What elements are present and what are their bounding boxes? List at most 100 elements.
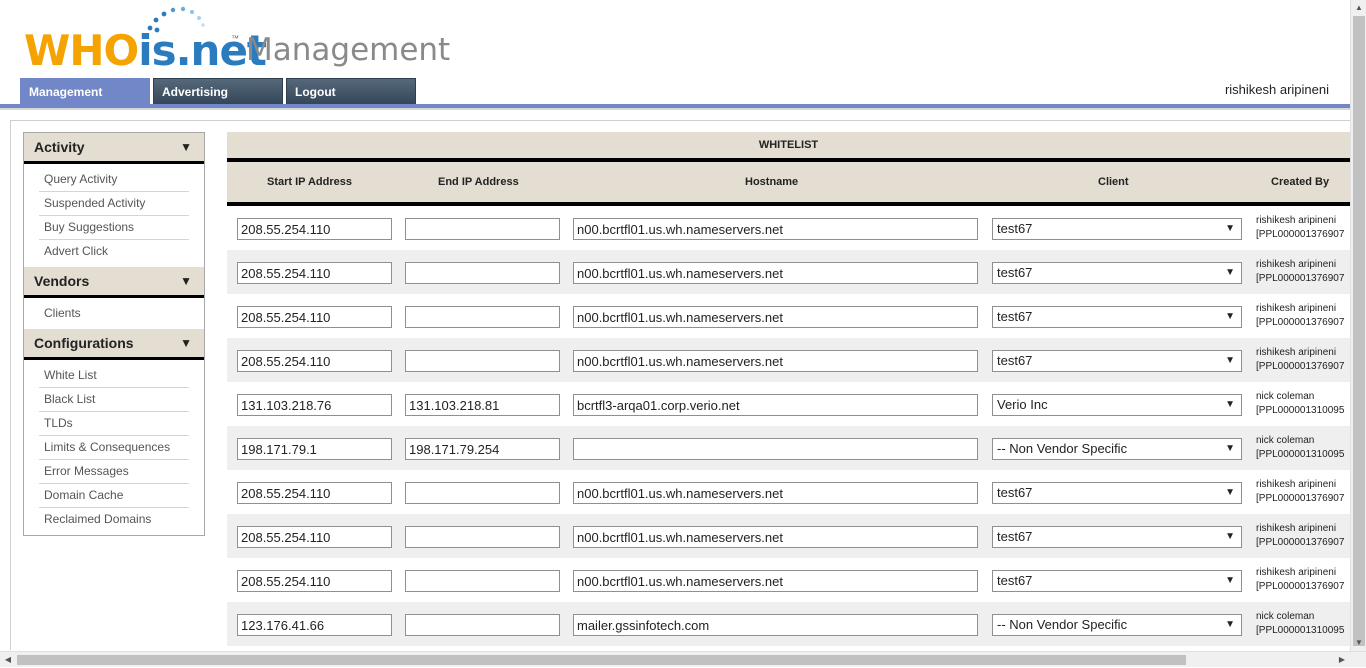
client-select-value: test67 — [997, 221, 1033, 236]
created-by-name: rishikesh aripineni — [1256, 479, 1337, 490]
end-ip-input[interactable] — [405, 438, 560, 460]
scroll-down-icon[interactable]: ▼ — [1351, 635, 1366, 651]
end-ip-input[interactable] — [405, 218, 560, 240]
whitelist-table: WHITELIST Start IP Address End IP Addres… — [227, 132, 1350, 646]
tab-management[interactable]: Management — [20, 78, 150, 104]
sidebar-item-black-list[interactable]: Black List — [39, 388, 189, 412]
sidebar-item-error-messages[interactable]: Error Messages — [39, 460, 189, 484]
sidebar-section-title: Vendors — [34, 273, 90, 289]
hostname-input[interactable] — [573, 570, 978, 592]
dropdown-arrow-icon: ▼ — [1225, 223, 1235, 234]
hostname-input[interactable] — [573, 526, 978, 548]
scroll-up-icon[interactable]: ▲ — [1351, 0, 1366, 16]
client-select[interactable]: -- Non Vendor Specific ▼ — [992, 614, 1242, 636]
client-select[interactable]: test67 ▼ — [992, 526, 1242, 548]
client-select[interactable]: test67 ▼ — [992, 482, 1242, 504]
sidebar-item-white-list[interactable]: White List — [39, 364, 189, 388]
client-select-value: -- Non Vendor Specific — [997, 617, 1128, 632]
created-by-id: [PPL000001310095 — [1256, 449, 1345, 460]
client-select[interactable]: -- Non Vendor Specific ▼ — [992, 438, 1242, 460]
end-ip-input[interactable] — [405, 306, 560, 328]
start-ip-input[interactable] — [237, 438, 392, 460]
hostname-input[interactable] — [573, 394, 978, 416]
start-ip-input[interactable] — [237, 394, 392, 416]
start-ip-input[interactable] — [237, 306, 392, 328]
client-select[interactable]: test67 ▼ — [992, 262, 1242, 284]
whois-logo[interactable]: WHOis.net ™ Management — [24, 4, 450, 75]
sidebar-list-configurations: White List Black List TLDs Limits & Cons… — [24, 360, 204, 535]
sidebar-item-limits-consequences[interactable]: Limits & Consequences — [39, 436, 189, 460]
created-by-cell: rishikesh aripineni [PPL000001376907 — [1256, 214, 1344, 242]
sidebar-list-vendors: Clients — [24, 298, 204, 329]
start-ip-input[interactable] — [237, 482, 392, 504]
client-select-value: test67 — [997, 309, 1033, 324]
created-by-name: rishikesh aripineni — [1256, 567, 1337, 578]
horizontal-scrollbar[interactable]: ◀ ▶ — [0, 651, 1366, 667]
sidebar-section-activity[interactable]: Activity ▼ — [24, 133, 204, 164]
created-by-cell: rishikesh aripineni [PPL000001376907 — [1256, 302, 1344, 330]
table-row: test67 ▼ rishikesh aripineni [PPL0000013769… — [227, 250, 1350, 294]
sidebar-section-configurations[interactable]: Configurations ▼ — [24, 329, 204, 360]
sidebar-item-advert-click[interactable]: Advert Click — [39, 240, 189, 263]
hostname-input[interactable] — [573, 482, 978, 504]
end-ip-input[interactable] — [405, 570, 560, 592]
sidebar-item-buy-suggestions[interactable]: Buy Suggestions — [39, 216, 189, 240]
nav-rule-shadow — [0, 108, 1350, 110]
client-select[interactable]: test67 ▼ — [992, 570, 1242, 592]
scroll-right-icon[interactable]: ▶ — [1334, 652, 1350, 668]
client-select[interactable]: Verio Inc ▼ — [992, 394, 1242, 416]
created-by-cell: rishikesh aripineni [PPL000001376907 — [1256, 346, 1344, 374]
hostname-input[interactable] — [573, 218, 978, 240]
sidebar-section-vendors[interactable]: Vendors ▼ — [24, 267, 204, 298]
dropdown-arrow-icon: ▼ — [1225, 575, 1235, 586]
collapse-arrow-icon[interactable]: ▼ — [180, 133, 192, 161]
collapse-arrow-icon[interactable]: ▼ — [180, 267, 192, 295]
client-select[interactable]: test67 ▼ — [992, 218, 1242, 240]
hostname-input[interactable] — [573, 438, 978, 460]
hostname-input[interactable] — [573, 350, 978, 372]
created-by-id: [PPL000001376907 — [1256, 229, 1345, 240]
vertical-scroll-thumb[interactable] — [1353, 16, 1365, 646]
hostname-input[interactable] — [573, 262, 978, 284]
sidebar-item-reclaimed-domains[interactable]: Reclaimed Domains — [39, 508, 189, 531]
page-header: WHOis.net ™ Management Management Advert… — [0, 0, 1350, 110]
dropdown-arrow-icon: ▼ — [1225, 619, 1235, 630]
dropdown-arrow-icon: ▼ — [1225, 355, 1235, 366]
start-ip-input[interactable] — [237, 614, 392, 636]
client-select[interactable]: test67 ▼ — [992, 306, 1242, 328]
dropdown-arrow-icon: ▼ — [1225, 399, 1235, 410]
sidebar-item-domain-cache[interactable]: Domain Cache — [39, 484, 189, 508]
end-ip-input[interactable] — [405, 350, 560, 372]
end-ip-input[interactable] — [405, 482, 560, 504]
column-header-start-ip: Start IP Address — [267, 176, 352, 188]
table-row: test67 ▼ rishikesh aripineni [PPL0000013769… — [227, 338, 1350, 382]
sidebar-item-clients[interactable]: Clients — [39, 302, 189, 325]
scroll-left-icon[interactable]: ◀ — [0, 652, 16, 668]
vertical-scrollbar[interactable]: ▲ ▼ — [1350, 0, 1366, 651]
end-ip-input[interactable] — [405, 614, 560, 636]
created-by-name: rishikesh aripineni — [1256, 347, 1337, 358]
start-ip-input[interactable] — [237, 526, 392, 548]
hostname-input[interactable] — [573, 306, 978, 328]
created-by-id: [PPL000001376907 — [1256, 537, 1345, 548]
start-ip-input[interactable] — [237, 570, 392, 592]
tab-advertising[interactable]: Advertising — [153, 78, 283, 104]
table-title: WHITELIST — [227, 132, 1350, 162]
sidebar-item-tlds[interactable]: TLDs — [39, 412, 189, 436]
created-by-name: nick coleman — [1256, 391, 1315, 402]
sidebar-item-query-activity[interactable]: Query Activity — [39, 168, 189, 192]
start-ip-input[interactable] — [237, 350, 392, 372]
client-select[interactable]: test67 ▼ — [992, 350, 1242, 372]
column-header-hostname: Hostname — [745, 176, 799, 188]
hostname-input[interactable] — [573, 614, 978, 636]
collapse-arrow-icon[interactable]: ▼ — [180, 329, 192, 357]
sidebar-item-suspended-activity[interactable]: Suspended Activity — [39, 192, 189, 216]
table-header-row: Start IP Address End IP Address Hostname… — [227, 162, 1350, 206]
end-ip-input[interactable] — [405, 394, 560, 416]
start-ip-input[interactable] — [237, 218, 392, 240]
horizontal-scroll-thumb[interactable] — [17, 655, 1186, 665]
end-ip-input[interactable] — [405, 526, 560, 548]
end-ip-input[interactable] — [405, 262, 560, 284]
tab-logout[interactable]: Logout — [286, 78, 416, 104]
start-ip-input[interactable] — [237, 262, 392, 284]
